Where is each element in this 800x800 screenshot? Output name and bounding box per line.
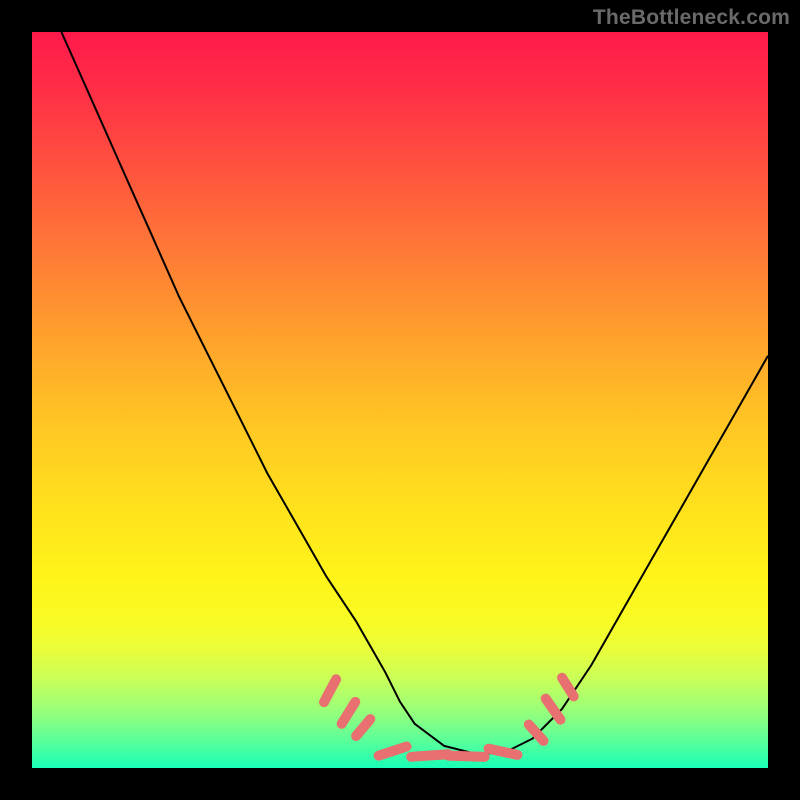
chart-svg — [32, 32, 768, 768]
chart-frame: TheBottleneck.com — [0, 0, 800, 800]
curve-marker — [411, 754, 448, 757]
bottleneck-curve — [61, 32, 768, 753]
curve-marker — [356, 719, 370, 736]
curve-marker — [489, 749, 518, 755]
plot-area — [32, 32, 768, 768]
watermark-text: TheBottleneck.com — [593, 6, 790, 30]
curve-marker — [324, 679, 336, 702]
curve-marker — [342, 702, 356, 724]
curve-marker — [546, 699, 561, 720]
curve-marker — [379, 747, 407, 756]
curve-marker — [448, 756, 485, 757]
curve-marker — [562, 678, 574, 697]
curve-markers — [324, 678, 574, 757]
